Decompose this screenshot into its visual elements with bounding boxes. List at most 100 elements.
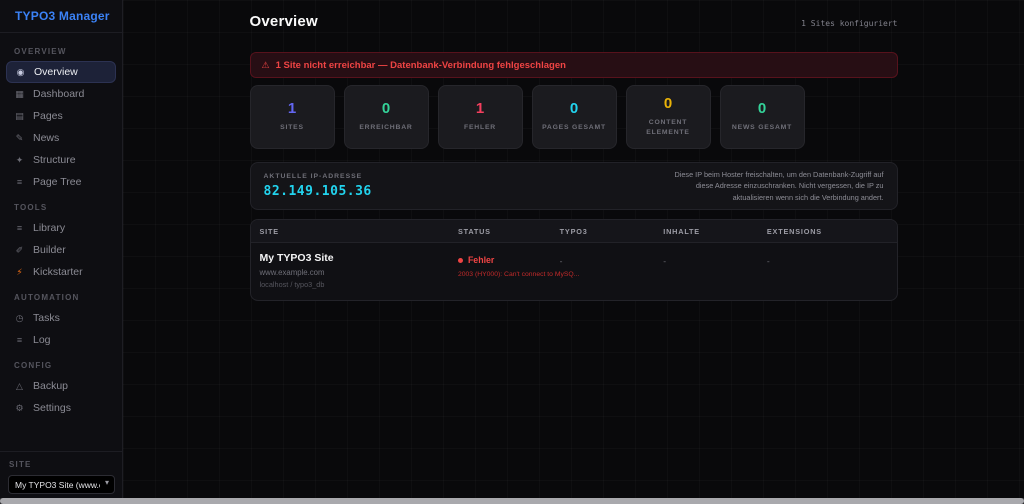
- stat-card-content-elemente: 0 CONTENT ELEMENTE: [626, 85, 711, 149]
- site-label: SITE: [9, 460, 114, 469]
- sidebar-item-label: Tasks: [33, 312, 60, 324]
- table-header-row: SITESTATUSTYPO3INHALTEEXTENSIONS: [251, 220, 897, 243]
- structure-icon: ✦: [14, 155, 25, 166]
- sidebar-section-label: AUTOMATION: [14, 293, 108, 302]
- sidebar-item-news[interactable]: ✎ News: [6, 127, 116, 149]
- site-database: localhost / typo3_db: [260, 280, 458, 289]
- sidebar-item-dashboard[interactable]: ▦ Dashboard: [6, 83, 116, 105]
- stat-card-fehler: 1 FEHLER: [438, 85, 523, 149]
- stat-cards: 1 SITES 0 ERREICHBAR 1 FEHLER 0 PAGES GE…: [250, 85, 898, 149]
- status-badge: Fehler: [468, 255, 494, 265]
- sidebar-item-label: Library: [33, 222, 65, 234]
- site-name: My TYPO3 Site: [260, 252, 458, 264]
- stat-value: 0: [382, 101, 390, 116]
- typo3-cell: -: [560, 252, 664, 289]
- scrollbar-thumb[interactable]: [0, 498, 1024, 504]
- ip-panel: AKTUELLE IP-ADRESSE 82.149.105.36 Diese …: [250, 162, 898, 210]
- ip-label: AKTUELLE IP-ADRESSE: [264, 173, 372, 180]
- site-domain: www.example.com: [260, 268, 458, 277]
- sidebar-item-label: Dashboard: [33, 88, 84, 100]
- stat-label: NEWS GESAMT: [732, 123, 792, 133]
- sidebar-item-label: Kickstarter: [33, 266, 83, 278]
- error-alert-banner: ⚠ 1 Site nicht erreichbar — Datenbank-Ve…: [250, 52, 898, 78]
- page-header: Overview 1 Sites konfiguriert: [250, 13, 898, 30]
- sites-table: SITESTATUSTYPO3INHALTEEXTENSIONS My TYPO…: [250, 219, 898, 301]
- site-picker: SITE My TYPO3 Site (www.exam ▾: [0, 451, 122, 504]
- target-icon: ◉: [15, 67, 26, 78]
- sidebar-item-overview[interactable]: ◉ Overview: [6, 61, 116, 83]
- sidebar-item-label: Overview: [34, 66, 78, 78]
- sidebar-item-label: Builder: [33, 244, 66, 256]
- sites-configured-count: 1 Sites konfiguriert: [801, 19, 897, 28]
- clock-icon: ◷: [14, 313, 25, 324]
- tree-icon: ≡: [14, 177, 25, 187]
- ip-hint: Diese IP beim Hoster freischalten, um de…: [669, 169, 884, 203]
- stat-value: 0: [664, 96, 672, 111]
- stat-card-news-gesamt: 0 NEWS GESAMT: [720, 85, 805, 149]
- gear-icon: ⚙: [14, 403, 25, 414]
- page-title: Overview: [250, 13, 318, 30]
- sidebar-section-label: OVERVIEW: [14, 47, 108, 56]
- sidebar-item-label: Backup: [33, 380, 68, 392]
- column-header-inhalte: INHALTE: [663, 227, 767, 236]
- sidebar-item-settings[interactable]: ⚙ Settings: [6, 397, 116, 419]
- sidebar-nav: OVERVIEW ◉ Overview ▦ Dashboard ▤ Pages …: [0, 33, 122, 451]
- sidebar-item-label: Page Tree: [33, 176, 81, 188]
- sidebar-item-kickstarter[interactable]: ⚡ Kickstarter: [6, 261, 116, 283]
- pen-icon: ✎: [14, 133, 25, 144]
- extensions-cell: -: [767, 252, 888, 289]
- pages-icon: ▤: [14, 111, 25, 122]
- status-error-detail: 2003 (HY000): Can't connect to MySQ...: [458, 271, 560, 278]
- stat-label: ERREICHBAR: [359, 123, 412, 133]
- sidebar-item-pages[interactable]: ▤ Pages: [6, 105, 116, 127]
- column-header-typo3: TYPO3: [560, 227, 664, 236]
- sidebar-item-log[interactable]: ≡ Log: [6, 329, 116, 351]
- column-header-extensions: EXTENSIONS: [767, 227, 888, 236]
- ip-address: 82.149.105.36: [264, 184, 372, 199]
- sidebar-item-page-tree[interactable]: ≡ Page Tree: [6, 171, 116, 193]
- sidebar-item-label: Structure: [33, 154, 76, 166]
- sidebar-item-label: Settings: [33, 402, 71, 414]
- bolt-icon: ⚡: [14, 267, 25, 278]
- status-cell: Fehler 2003 (HY000): Can't connect to My…: [458, 252, 560, 289]
- sidebar-item-structure[interactable]: ✦ Structure: [6, 149, 116, 171]
- sidebar: TYPO3 Manager OVERVIEW ◉ Overview ▦ Dash…: [0, 0, 123, 504]
- pencil-icon: ✐: [14, 245, 25, 256]
- backup-icon: △: [14, 381, 25, 392]
- site-select[interactable]: My TYPO3 Site (www.exam: [8, 475, 115, 494]
- horizontal-scrollbar[interactable]: [0, 498, 1024, 504]
- stat-value: 1: [288, 101, 296, 116]
- main-content: Overview 1 Sites konfiguriert ⚠ 1 Site n…: [123, 0, 1024, 504]
- column-header-status: STATUS: [458, 227, 560, 236]
- sidebar-item-label: Pages: [33, 110, 63, 122]
- stat-card-erreichbar: 0 ERREICHBAR: [344, 85, 429, 149]
- status-dot-icon: [458, 258, 463, 263]
- table-row[interactable]: My TYPO3 Site www.example.com localhost …: [251, 243, 897, 300]
- sidebar-item-builder[interactable]: ✐ Builder: [6, 239, 116, 261]
- sidebar-item-backup[interactable]: △ Backup: [6, 375, 116, 397]
- app-title: TYPO3 Manager: [0, 0, 122, 33]
- stat-card-pages-gesamt: 0 PAGES GESAMT: [532, 85, 617, 149]
- table-body: My TYPO3 Site www.example.com localhost …: [251, 243, 897, 300]
- stat-label: FEHLER: [464, 123, 496, 133]
- column-header-site: SITE: [260, 227, 458, 236]
- sidebar-section-label: CONFIG: [14, 361, 108, 370]
- alert-text: 1 Site nicht erreichbar — Datenbank-Verb…: [276, 60, 566, 71]
- sidebar-item-label: Log: [33, 334, 51, 346]
- sidebar-item-tasks[interactable]: ◷ Tasks: [6, 307, 116, 329]
- library-icon: ≡: [14, 223, 25, 233]
- dashboard-icon: ▦: [14, 89, 25, 100]
- stat-value: 0: [570, 101, 578, 116]
- stat-label: PAGES GESAMT: [542, 123, 606, 133]
- sidebar-item-label: News: [33, 132, 59, 144]
- stat-card-sites: 1 SITES: [250, 85, 335, 149]
- stat-value: 1: [476, 101, 484, 116]
- stat-label: CONTENT ELEMENTE: [633, 118, 703, 138]
- sidebar-item-library[interactable]: ≡ Library: [6, 217, 116, 239]
- sidebar-section-label: TOOLS: [14, 203, 108, 212]
- log-icon: ≡: [14, 335, 25, 345]
- stat-value: 0: [758, 101, 766, 116]
- site-cell: My TYPO3 Site www.example.com localhost …: [260, 252, 458, 289]
- stat-label: SITES: [280, 123, 304, 133]
- warning-icon: ⚠: [262, 60, 270, 71]
